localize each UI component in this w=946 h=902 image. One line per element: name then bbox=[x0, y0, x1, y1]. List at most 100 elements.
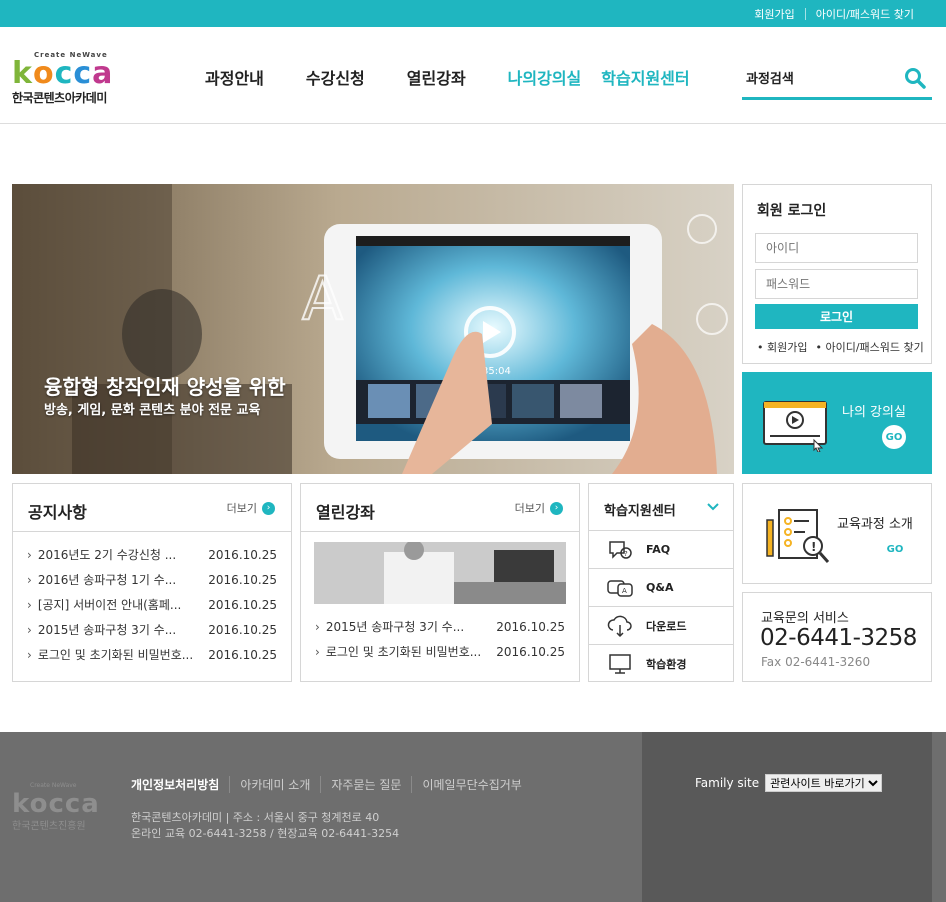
item-title: 로그인 및 초기화된 비밀번호... bbox=[27, 646, 193, 663]
find-account-link[interactable]: 아이디/패스워드 찾기 bbox=[806, 6, 924, 22]
login-title: 회원 로그인 bbox=[757, 203, 827, 219]
footer-right-panel bbox=[642, 732, 932, 902]
support-item-environment[interactable]: 학습환경 bbox=[589, 644, 733, 682]
list-item[interactable]: 2015년 송파구청 3기 수... 2016.10.25 bbox=[315, 614, 565, 639]
notice-list: 2016년도 2기 수강신청 ... 2016.10.25 2016년 송파구청 … bbox=[27, 542, 277, 667]
monitor-icon bbox=[609, 653, 631, 674]
logo-brand: kocca bbox=[12, 56, 114, 91]
video-player-icon bbox=[763, 401, 827, 452]
my-classroom-banner[interactable]: 나의 강의실 GO bbox=[742, 372, 932, 474]
item-title: 2016년도 2기 수강신청 ... bbox=[27, 546, 176, 563]
qna-icon: A bbox=[607, 579, 633, 597]
item-title: [공지] 서버이전 안내(홈페... bbox=[27, 596, 182, 613]
nav-support-center[interactable]: 학습지원센터 bbox=[601, 65, 689, 89]
footer-address: 한국콘텐츠아카데미 | 주소 : 서울시 중구 청계천로 40 온라인 교육 0… bbox=[131, 810, 399, 842]
footer-logo: Create NeWave kocca 한국콘텐츠진흥원 bbox=[12, 782, 100, 832]
password-input[interactable] bbox=[755, 269, 918, 299]
support-header[interactable]: 학습지원센터 bbox=[589, 484, 733, 530]
search-label: 과정검색 bbox=[746, 72, 794, 87]
address-line-2: 온라인 교육 02-6441-3258 / 현장교육 02-6441-3254 bbox=[131, 827, 400, 840]
notice-box: 공지사항 더보기 › 2016년도 2기 수강신청 ... 2016.10.25 2… bbox=[12, 483, 292, 682]
item-title: 2015년 송파구청 3기 수... bbox=[315, 618, 464, 635]
footer-logo-brand: kocca bbox=[12, 789, 100, 819]
go-button[interactable]: GO bbox=[882, 425, 906, 449]
item-date: 2016.10.25 bbox=[208, 547, 277, 562]
support-item-qna[interactable]: A Q&A bbox=[589, 568, 733, 606]
arrow-right-icon: › bbox=[550, 501, 563, 515]
more-label: 더보기 bbox=[226, 502, 257, 515]
faq-link[interactable]: 자주묻는 질문 bbox=[320, 776, 411, 793]
cloud-download-icon bbox=[607, 615, 632, 637]
support-item-label: 다운로드 bbox=[646, 619, 687, 633]
footer: Create NeWave kocca 한국콘텐츠진흥원 개인정보처리방침 아카… bbox=[0, 732, 946, 902]
top-bar: 회원가입 아이디/패스워드 찾기 bbox=[0, 0, 946, 27]
open-lecture-list: 2015년 송파구청 3기 수... 2016.10.25 로그인 및 초기화된 … bbox=[315, 614, 565, 664]
item-date: 2016.10.25 bbox=[496, 644, 565, 659]
lecture-thumbnail[interactable] bbox=[314, 542, 566, 604]
faq-icon: ? bbox=[609, 540, 632, 559]
course-search: 과정검색 bbox=[742, 63, 932, 100]
open-lecture-box: 열린강좌 더보기 › 2015년 송파구청 3기 수... 2016.10.25 로… bbox=[300, 483, 580, 682]
join-link[interactable]: • 회원가입 bbox=[757, 339, 807, 355]
search-icon[interactable] bbox=[904, 67, 926, 89]
contact-phone: 02-6441-3258 bbox=[760, 625, 917, 651]
login-button[interactable]: 로그인 bbox=[755, 304, 918, 329]
contact-title: 교육문의 서비스 bbox=[761, 611, 849, 626]
chevron-down-icon bbox=[707, 503, 719, 511]
item-date: 2016.10.25 bbox=[208, 597, 277, 612]
item-date: 2016.10.25 bbox=[208, 572, 277, 587]
svg-text:A: A bbox=[302, 264, 343, 334]
my-classroom-label: 나의 강의실 bbox=[842, 405, 906, 420]
support-item-faq[interactable]: ? FAQ bbox=[589, 530, 733, 568]
footer-links: 개인정보처리방침 아카데미 소개 자주묻는 질문 이메일무단수집거부 bbox=[131, 776, 532, 793]
item-title: 로그인 및 초기화된 비밀번호... bbox=[315, 643, 481, 660]
join-link[interactable]: 회원가입 bbox=[744, 6, 804, 22]
checklist-icon: ! bbox=[766, 509, 830, 563]
list-item[interactable]: 2016년 송파구청 1기 수... 2016.10.25 bbox=[27, 567, 277, 592]
item-title: 2015년 송파구청 3기 수... bbox=[27, 621, 176, 638]
id-input[interactable] bbox=[755, 233, 918, 263]
list-item[interactable]: 2015년 송파구청 3기 수... 2016.10.25 bbox=[27, 617, 277, 642]
footer-logo-korean: 한국콘텐츠진흥원 bbox=[12, 821, 86, 832]
banner-title: 융합형 창작인재 양성을 위한 bbox=[44, 375, 286, 399]
support-title: 학습지원센터 bbox=[604, 504, 676, 519]
notice-title: 공지사항 bbox=[28, 503, 87, 522]
banner-image: 35:04 A bbox=[12, 184, 734, 474]
login-box: 회원 로그인 로그인 • 회원가입 • 아이디/패스워드 찾기 bbox=[742, 184, 932, 364]
nav-my-classroom[interactable]: 나의강의실 bbox=[508, 65, 582, 89]
list-item[interactable]: 로그인 및 초기화된 비밀번호... 2016.10.25 bbox=[315, 639, 565, 664]
logo-korean: 한국콘텐츠아카데미 bbox=[12, 91, 107, 105]
course-intro-banner[interactable]: ! 교육과정 소개 GO bbox=[742, 483, 932, 584]
list-item[interactable]: 2016년도 2기 수강신청 ... 2016.10.25 bbox=[27, 542, 277, 567]
find-account-link[interactable]: • 아이디/패스워드 찾기 bbox=[815, 339, 923, 355]
item-date: 2016.10.25 bbox=[208, 622, 277, 637]
svg-text:A: A bbox=[622, 587, 627, 595]
more-label: 더보기 bbox=[514, 502, 545, 515]
support-item-download[interactable]: 다운로드 bbox=[589, 606, 733, 644]
privacy-policy-link[interactable]: 개인정보처리방침 bbox=[131, 776, 229, 793]
search-input[interactable] bbox=[800, 65, 900, 89]
family-site-select[interactable]: 관련사이트 바로가기 bbox=[765, 774, 883, 792]
svg-text:!: ! bbox=[811, 540, 816, 554]
main-nav: 과정안내 수강신청 열린강좌 나의강의실 학습지원센터 bbox=[205, 65, 710, 89]
main-visual-banner[interactable]: 35:04 A 융합형 창작인재 양성을 위한 방송, 게임, 문화 콘텐츠 분… bbox=[12, 184, 734, 474]
open-lecture-more-link[interactable]: 더보기 › bbox=[515, 500, 563, 516]
support-center-box: 학습지원센터 ? FAQ A Q&A 다운로드 학습환경 bbox=[588, 483, 734, 682]
nav-registration[interactable]: 수강신청 bbox=[306, 65, 365, 89]
academy-intro-link[interactable]: 아카데미 소개 bbox=[229, 776, 320, 793]
top-links: 회원가입 아이디/패스워드 찾기 bbox=[744, 0, 924, 27]
email-policy-link[interactable]: 이메일무단수집거부 bbox=[411, 776, 531, 793]
go-button[interactable]: GO bbox=[883, 537, 907, 561]
list-item[interactable]: 로그인 및 초기화된 비밀번호... 2016.10.25 bbox=[27, 642, 277, 667]
nav-course-info[interactable]: 과정안내 bbox=[205, 65, 264, 89]
header: Create NeWave kocca 한국콘텐츠아카데미 과정안내 수강신청 … bbox=[0, 27, 946, 124]
kocca-logo[interactable]: Create NeWave kocca 한국콘텐츠아카데미 bbox=[12, 51, 130, 107]
list-item[interactable]: [공지] 서버이전 안내(홈페... 2016.10.25 bbox=[27, 592, 277, 617]
arrow-right-icon: › bbox=[262, 501, 275, 515]
item-title: 2016년 송파구청 1기 수... bbox=[27, 571, 176, 588]
nav-open-lecture[interactable]: 열린강좌 bbox=[407, 65, 466, 89]
login-links: • 회원가입 • 아이디/패스워드 찾기 bbox=[757, 339, 932, 355]
svg-text:?: ? bbox=[624, 550, 628, 558]
notice-more-link[interactable]: 더보기 › bbox=[227, 500, 275, 516]
open-lecture-title: 열린강좌 bbox=[316, 503, 375, 522]
